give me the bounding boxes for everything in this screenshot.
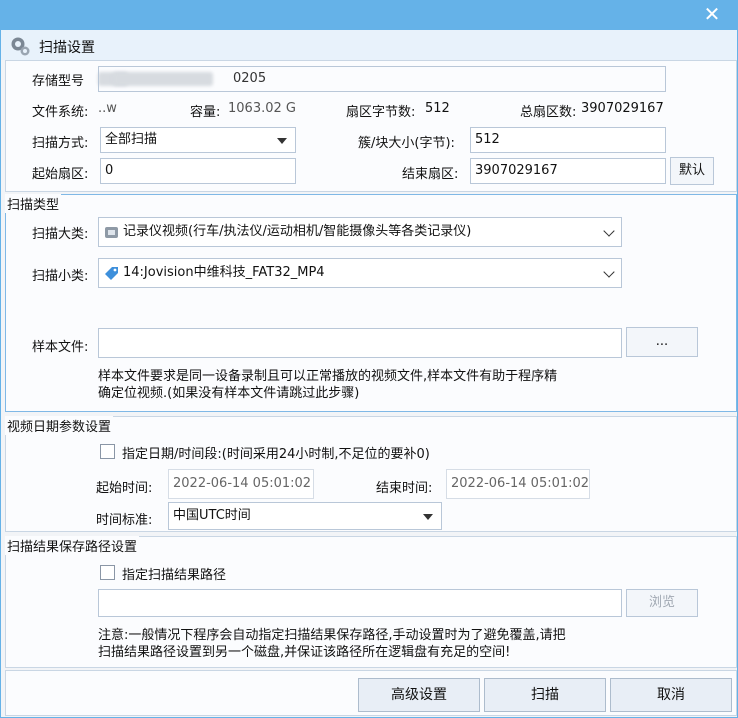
dropdown-caret-icon bbox=[423, 514, 433, 520]
sample-label: 样本文件: bbox=[32, 340, 89, 355]
result-path-input[interactable] bbox=[98, 589, 622, 617]
title-bar: ✕ bbox=[0, 0, 738, 30]
tz-value: 中国UTC时间 bbox=[173, 508, 251, 523]
result-browse-button[interactable]: 浏览 bbox=[626, 589, 698, 617]
minor-label: 扫描小类: bbox=[32, 269, 89, 284]
gear-icon bbox=[11, 37, 30, 56]
scan-mode-label: 扫描方式: bbox=[32, 136, 89, 151]
model-label: 存储型号 bbox=[32, 74, 85, 89]
device-info-section: 存储型号 0205 文件系统: ..w 容量: 1063.02 G 扇区字节数:… bbox=[5, 60, 737, 192]
dialog-window: ✕ 扫描设置 存储型号 0205 文件系统: ..w 容量: 1063.02 G… bbox=[0, 0, 738, 718]
sample-note-line1: 样本文件要求是同一设备录制且可以正常播放的视频文件,样本文件有助于程序精 bbox=[98, 369, 558, 384]
result-path-checkbox-label: 指定扫描结果路径 bbox=[122, 568, 227, 583]
result-note-line1: 注意:一般情况下程序会自动指定扫描结果保存路径,手动设置时为了避免覆盖,请把 bbox=[98, 628, 566, 643]
fs-value: ..w bbox=[98, 101, 117, 116]
minor-select[interactable]: 14:Jovision中维科技_FAT32_MP4 bbox=[98, 258, 622, 288]
result-path-note: 注意:一般情况下程序会自动指定扫描结果保存路径,手动设置时为了避免覆盖,请把 扫… bbox=[98, 627, 566, 661]
result-note-line2: 扫描结果路径设置到另一个磁盘,并保证该路径所在逻辑盘有充足的空间! bbox=[98, 645, 511, 660]
date-checkbox-label: 指定日期/时间段:(时间采用24小时制,不足位的要补0) bbox=[122, 447, 430, 462]
date-checkbox[interactable] bbox=[100, 444, 115, 459]
scan-mode-select[interactable]: 全部扫描 bbox=[100, 127, 296, 153]
model-value: 0205 bbox=[233, 71, 267, 86]
tz-label: 时间标准: bbox=[96, 513, 153, 528]
start-sector-input[interactable]: 0 bbox=[100, 158, 296, 184]
major-label: 扫描大类: bbox=[32, 227, 89, 242]
result-path-legend: 扫描结果保存路径设置 bbox=[5, 536, 140, 555]
dialog-content: 存储型号 0205 文件系统: ..w 容量: 1063.02 G 扇区字节数:… bbox=[1, 60, 737, 717]
default-button[interactable]: 默认 bbox=[670, 157, 714, 185]
major-select[interactable]: 记录仪视频(行车/执法仪/运动相机/智能摄像头等各类记录仪) bbox=[98, 217, 622, 247]
capacity-value: 1063.02 G bbox=[228, 101, 296, 116]
total-sectors-label: 总扇区数: bbox=[520, 105, 577, 120]
start-sector-label: 起始扇区: bbox=[32, 167, 89, 182]
scan-button[interactable]: 扫描 bbox=[484, 678, 606, 712]
model-field[interactable]: 0205 bbox=[98, 66, 666, 92]
cancel-button[interactable]: 取消 bbox=[610, 678, 732, 712]
cluster-input[interactable]: 512 bbox=[470, 127, 666, 153]
end-time-label: 结束时间: bbox=[376, 481, 433, 496]
chevron-down-icon bbox=[603, 225, 615, 237]
tag-icon bbox=[105, 267, 118, 280]
scan-type-legend: 扫描类型 bbox=[5, 194, 62, 213]
minor-value: 14:Jovision中维科技_FAT32_MP4 bbox=[123, 265, 325, 280]
chevron-down-icon bbox=[603, 266, 615, 278]
recorder-icon bbox=[105, 227, 118, 238]
total-sectors-value: 3907029167 bbox=[581, 101, 664, 116]
advanced-settings-button[interactable]: 高级设置 bbox=[358, 678, 480, 712]
redacted-text bbox=[113, 72, 213, 86]
sector-bytes-value: 512 bbox=[425, 101, 450, 116]
date-params-legend: 视频日期参数设置 bbox=[5, 416, 114, 435]
tz-select[interactable]: 中国UTC时间 bbox=[168, 502, 442, 530]
sector-bytes-label: 扇区字节数: bbox=[346, 105, 416, 120]
sample-file-input[interactable] bbox=[98, 328, 622, 358]
capacity-label: 容量: bbox=[190, 105, 221, 120]
dialog-header: 扫描设置 bbox=[1, 30, 737, 60]
end-time-input[interactable]: 2022-06-14 05:01:02 bbox=[446, 469, 590, 499]
start-time-label: 起始时间: bbox=[96, 481, 153, 496]
dropdown-caret-icon bbox=[277, 138, 287, 144]
scan-type-section: 扫描类型 扫描大类: 记录仪视频(行车/执法仪/运动相机/智能摄像头等各类记录仪… bbox=[5, 194, 737, 412]
end-sector-input[interactable]: 3907029167 bbox=[470, 158, 666, 184]
result-path-checkbox[interactable] bbox=[100, 565, 115, 580]
fs-label: 文件系统: bbox=[32, 105, 89, 120]
sample-note: 样本文件要求是同一设备录制且可以正常播放的视频文件,样本文件有助于程序精 确定位… bbox=[98, 368, 557, 402]
scan-mode-value: 全部扫描 bbox=[105, 132, 158, 147]
cluster-label: 簇/块大小(字节): bbox=[358, 136, 455, 151]
sample-note-line2: 确定位视频.(如果没有样本文件请跳过此步骤) bbox=[98, 386, 360, 401]
major-value: 记录仪视频(行车/执法仪/运动相机/智能摄像头等各类记录仪) bbox=[123, 224, 472, 239]
result-path-section: 扫描结果保存路径设置 指定扫描结果路径 浏览 注意:一般情况下程序会自动指定扫描… bbox=[5, 536, 737, 668]
end-sector-label: 结束扇区: bbox=[402, 167, 459, 182]
close-button[interactable]: ✕ bbox=[688, 0, 736, 28]
dialog-title: 扫描设置 bbox=[39, 40, 95, 56]
start-time-input[interactable]: 2022-06-14 05:01:02 bbox=[168, 469, 314, 499]
date-params-section: 视频日期参数设置 指定日期/时间段:(时间采用24小时制,不足位的要补0) 起始… bbox=[5, 416, 737, 532]
sample-browse-button[interactable]: ... bbox=[626, 327, 698, 357]
